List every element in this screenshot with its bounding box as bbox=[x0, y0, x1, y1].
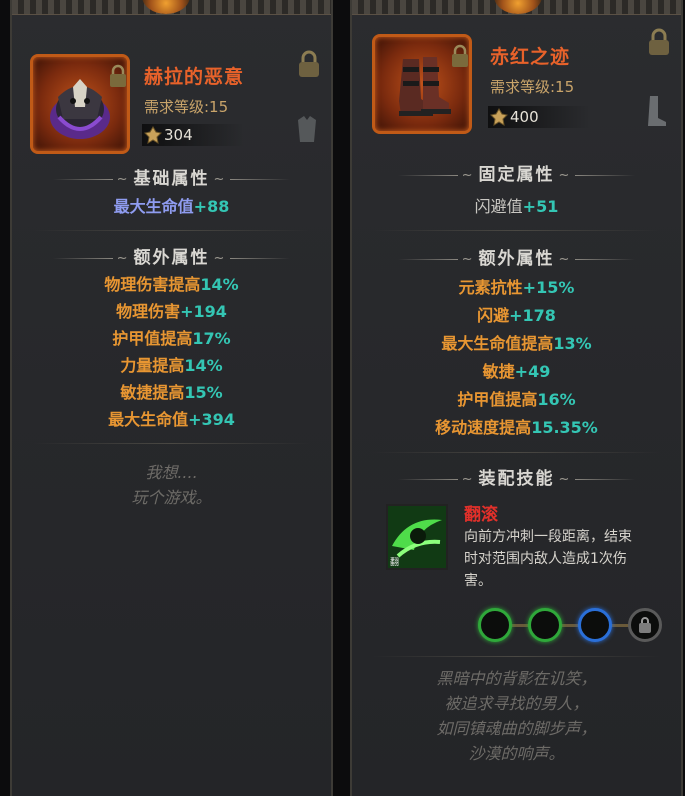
fixed-stat-row: 闪避值+51 bbox=[474, 197, 559, 216]
section-header-fixed: ~ 固定属性 ~ bbox=[352, 160, 681, 185]
extra-stat-row: 护甲值提高17% bbox=[112, 329, 231, 348]
section-header-extra: ~ 额外属性 ~ bbox=[352, 244, 681, 269]
divider bbox=[372, 656, 661, 657]
item-tooltip-right: 赤红之迹 需求等级:15 400 ~ 固定属性 ~ 闪避值+51 ~ 额外属性 ~ 元素… bbox=[350, 0, 683, 796]
extra-stat-row: 最大生命值提高13% bbox=[441, 334, 592, 353]
section-header-base: ~ 基础属性 ~ bbox=[12, 164, 331, 189]
extra-stat-row: 最大生命值+394 bbox=[108, 410, 235, 429]
item-price: 304 bbox=[142, 124, 244, 146]
extra-stat-row: 移动速度提高15.35% bbox=[435, 418, 598, 437]
divider bbox=[32, 443, 311, 444]
price-value: 400 bbox=[510, 108, 539, 126]
item-price: 400 bbox=[488, 106, 590, 128]
boot-slot-icon bbox=[648, 96, 666, 126]
socket-green[interactable] bbox=[478, 608, 512, 642]
padlock-icon[interactable] bbox=[646, 28, 672, 56]
coin-icon bbox=[144, 126, 162, 144]
socket-blue[interactable] bbox=[578, 608, 612, 642]
flavor-text: 黑暗中的背影在讥笑， 被追求寻找的男人， 如同镇魂曲的脚步声， 沙漠的响声。 bbox=[436, 669, 597, 763]
socket-green[interactable] bbox=[528, 608, 562, 642]
divider bbox=[32, 230, 311, 231]
extra-stat-row: 护甲值提高16% bbox=[457, 390, 576, 409]
extra-stat-row: 敏捷提高15% bbox=[120, 383, 223, 402]
extra-stat-row: 敏捷+49 bbox=[482, 362, 551, 381]
extra-stat-row: 元素抗性+15% bbox=[458, 278, 575, 297]
roll-skill-icon[interactable]: 翻 bbox=[386, 504, 448, 570]
armor-slot-icon bbox=[298, 116, 316, 142]
level-requirement: 需求等级:15 bbox=[490, 78, 575, 96]
level-requirement: 需求等级:15 bbox=[144, 98, 229, 116]
extra-stat-row: 闪避+178 bbox=[477, 306, 556, 325]
section-header-skill: ~ 装配技能 ~ bbox=[352, 464, 681, 489]
skill-name: 翻滚 bbox=[464, 505, 498, 525]
padlock-icon bbox=[452, 44, 468, 67]
price-value: 304 bbox=[164, 126, 193, 144]
padlock-icon bbox=[110, 64, 126, 87]
section-header-extra: ~ 额外属性 ~ bbox=[12, 243, 331, 268]
base-stat-row: 最大生命值+88 bbox=[113, 197, 230, 216]
flavor-text: 我想.... 玩个游戏。 bbox=[131, 463, 212, 507]
extra-stat-row: 力量提高14% bbox=[120, 356, 223, 375]
extra-stat-row: 物理伤害提高14% bbox=[104, 275, 239, 294]
skill-description: 向前方冲刺一段距离，结束 时对范围内敌人造成1次伤 害。 bbox=[464, 529, 632, 589]
divider bbox=[372, 230, 661, 231]
padlock-icon bbox=[639, 617, 651, 633]
padlock-icon[interactable] bbox=[296, 50, 322, 78]
coin-icon bbox=[490, 108, 508, 126]
socket-locked[interactable] bbox=[628, 608, 662, 642]
divider bbox=[372, 452, 661, 453]
item-name: 赤红之迹 bbox=[490, 46, 571, 68]
item-name: 赫拉的恶意 bbox=[144, 66, 245, 88]
item-tooltip-left: 赫拉的恶意 需求等级:15 304 ~ 基础属性 ~ 最大生命值+88 ~ 额外属性 ~… bbox=[10, 0, 333, 796]
skill-icon-label: 翻 bbox=[390, 558, 400, 568]
extra-stat-row: 物理伤害+194 bbox=[116, 302, 227, 321]
